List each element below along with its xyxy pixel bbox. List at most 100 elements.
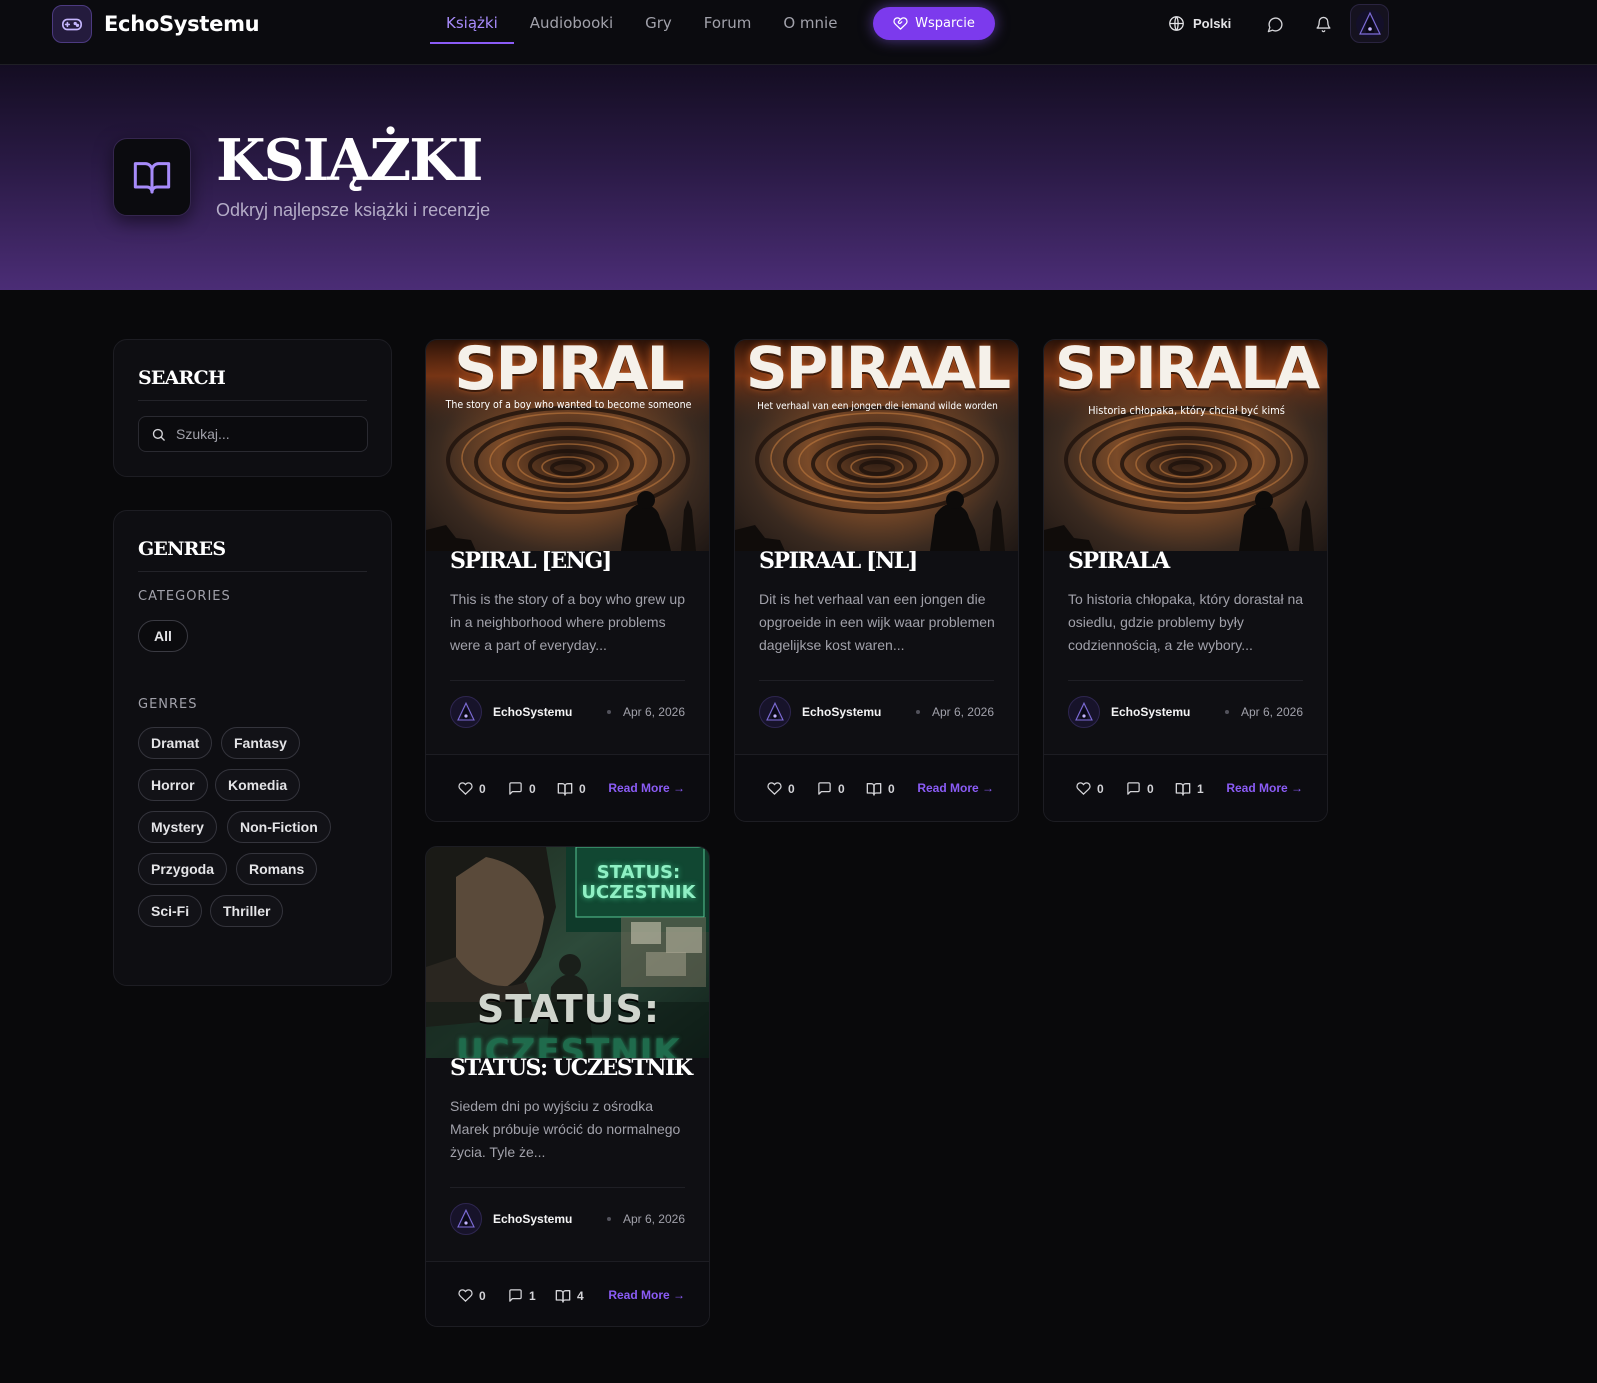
- author-avatar[interactable]: [759, 696, 791, 728]
- search-input[interactable]: [176, 426, 356, 442]
- author-name[interactable]: EchoSystemu: [1111, 705, 1190, 719]
- book-cover[interactable]: SPIRAAL Het verhaal van een jongen die i…: [735, 340, 1018, 551]
- read-count: 0: [579, 782, 586, 796]
- book-title[interactable]: SPIRAAL [NL]: [759, 548, 1004, 574]
- genre-chip-dramat[interactable]: Dramat: [138, 727, 213, 759]
- book-cover[interactable]: STATUS: UCZESTNIK STATUS: UCZESTNIK: [426, 847, 709, 1058]
- book-card[interactable]: SPIRAL The story of a boy who wanted to …: [425, 339, 710, 822]
- user-avatar[interactable]: [1350, 4, 1389, 43]
- search-title: SEARCH: [138, 367, 226, 389]
- author-avatar[interactable]: [1068, 696, 1100, 728]
- comment-button[interactable]: 0: [1126, 781, 1154, 796]
- divider: [138, 571, 367, 572]
- comment-button[interactable]: 0: [508, 781, 536, 796]
- comment-icon: [1126, 781, 1141, 796]
- card-footer: 0 1 4 Read More →: [426, 1261, 709, 1326]
- genre-chip-przygoda[interactable]: Przygoda: [138, 853, 228, 885]
- like-button[interactable]: 0: [767, 781, 795, 796]
- book-title[interactable]: SPIRAL [ENG]: [450, 548, 695, 574]
- genre-chip-sci-fi[interactable]: Sci-Fi: [138, 895, 203, 927]
- like-button[interactable]: 0: [1076, 781, 1104, 796]
- heart-icon: [458, 781, 473, 796]
- genre-chip-komedia[interactable]: Komedia: [215, 769, 301, 801]
- divider: [759, 680, 994, 681]
- nav-link-o-mnie[interactable]: O mnie: [767, 2, 853, 44]
- read-more-link[interactable]: Read More →: [1226, 781, 1303, 795]
- author-name[interactable]: EchoSystemu: [493, 705, 572, 719]
- read-count-button[interactable]: 0: [866, 781, 895, 797]
- like-count: 0: [479, 781, 486, 796]
- genres-label: GENRES: [138, 697, 198, 712]
- book-card[interactable]: STATUS: UCZESTNIK STATUS: UCZESTNIK STAT…: [425, 846, 710, 1327]
- nav-link-audiobooki[interactable]: Audiobooki: [514, 2, 629, 44]
- book-icon: [555, 1288, 571, 1304]
- read-more-link[interactable]: Read More →: [917, 781, 994, 795]
- language-switcher[interactable]: Polski: [1168, 0, 1231, 47]
- category-chip-all[interactable]: All: [138, 620, 188, 652]
- separator-dot: [1224, 710, 1229, 714]
- card-footer: 0 0 0 Read More →: [735, 754, 1018, 821]
- read-count-button[interactable]: 0: [557, 781, 586, 797]
- author-name[interactable]: EchoSystemu: [802, 705, 881, 719]
- divider: [450, 1187, 685, 1188]
- brand[interactable]: EchoSystemu: [52, 5, 260, 43]
- like-button[interactable]: 0: [458, 781, 486, 796]
- comment-count: 1: [529, 1288, 536, 1303]
- top-navbar: EchoSystemu Książki Audiobooki Gry Forum…: [0, 0, 1597, 65]
- book-cover[interactable]: SPIRAL The story of a boy who wanted to …: [426, 340, 709, 551]
- brand-name: EchoSystemu: [104, 12, 260, 36]
- book-cover[interactable]: SPIRALA Historia chłopaka, który chciał …: [1044, 340, 1327, 551]
- chat-icon[interactable]: [1265, 14, 1285, 34]
- nav-link-gry[interactable]: Gry: [629, 2, 688, 44]
- search-field[interactable]: [138, 416, 368, 452]
- genre-chip-thriller[interactable]: Thriller: [210, 895, 284, 927]
- categories-label: CATEGORIES: [138, 589, 231, 604]
- genres-title: GENRES: [138, 538, 226, 560]
- author-avatar[interactable]: [450, 696, 482, 728]
- divider: [1068, 680, 1303, 681]
- author-name[interactable]: EchoSystemu: [493, 1212, 572, 1226]
- comment-count: 0: [1147, 781, 1154, 796]
- genre-chip-fantasy[interactable]: Fantasy: [221, 727, 300, 759]
- nav-link-ksiazki[interactable]: Książki: [430, 2, 514, 44]
- publish-date: Apr 6, 2026: [1240, 705, 1303, 719]
- comment-count: 0: [838, 781, 845, 796]
- read-count-button[interactable]: 1: [1175, 781, 1204, 797]
- search-panel: SEARCH: [113, 339, 392, 477]
- comment-button[interactable]: 0: [817, 781, 845, 796]
- publish-date: Apr 6, 2026: [622, 1212, 685, 1226]
- heart-icon: [458, 1288, 473, 1303]
- support-button[interactable]: Wsparcie: [873, 7, 995, 40]
- comment-button[interactable]: 1: [508, 1288, 536, 1303]
- comment-icon: [508, 1288, 523, 1303]
- book-title[interactable]: SPIRALA: [1068, 548, 1313, 574]
- read-count: 0: [888, 782, 895, 796]
- page-subtitle: Odkryj najlepsze książki i recenzje: [216, 200, 491, 220]
- book-card[interactable]: SPIRALA Historia chłopaka, który chciał …: [1043, 339, 1328, 822]
- like-button[interactable]: 0: [458, 1288, 486, 1303]
- book-card[interactable]: SPIRAAL Het verhaal van een jongen die i…: [734, 339, 1019, 822]
- genre-chip-romans[interactable]: Romans: [236, 853, 318, 885]
- book-icon: [557, 781, 573, 797]
- bell-icon[interactable]: [1313, 14, 1333, 34]
- comment-icon: [508, 781, 523, 796]
- nav-link-forum[interactable]: Forum: [688, 2, 768, 44]
- genre-chip-mystery[interactable]: Mystery: [138, 811, 217, 843]
- like-count: 0: [1097, 781, 1104, 796]
- book-title[interactable]: STATUS: UCZESTNIK: [450, 1055, 695, 1081]
- author-avatar[interactable]: [450, 1203, 482, 1235]
- cover-title: SPIRAL: [454, 340, 684, 404]
- main-nav: Książki Audiobooki Gry Forum O mnie: [430, 0, 853, 45]
- read-count-button[interactable]: 4: [555, 1288, 584, 1304]
- cover-subtitle: Historia chłopaka, który chciał być kimś: [1088, 404, 1285, 417]
- book-description: To historia chłopaka, który dorastał na …: [1068, 591, 1304, 653]
- read-count: 4: [577, 1289, 584, 1303]
- read-more-link[interactable]: Read More →: [608, 781, 685, 795]
- gamepad-icon: [52, 5, 92, 43]
- separator-dot: [606, 710, 611, 714]
- genre-chip-horror[interactable]: Horror: [138, 769, 208, 801]
- read-more-link[interactable]: Read More →: [608, 1288, 685, 1302]
- heart-handshake-icon: [893, 16, 908, 31]
- genre-chip-non-fiction[interactable]: Non-Fiction: [227, 811, 331, 843]
- cover-sign-text: STATUS: UCZESTNIK: [581, 862, 696, 903]
